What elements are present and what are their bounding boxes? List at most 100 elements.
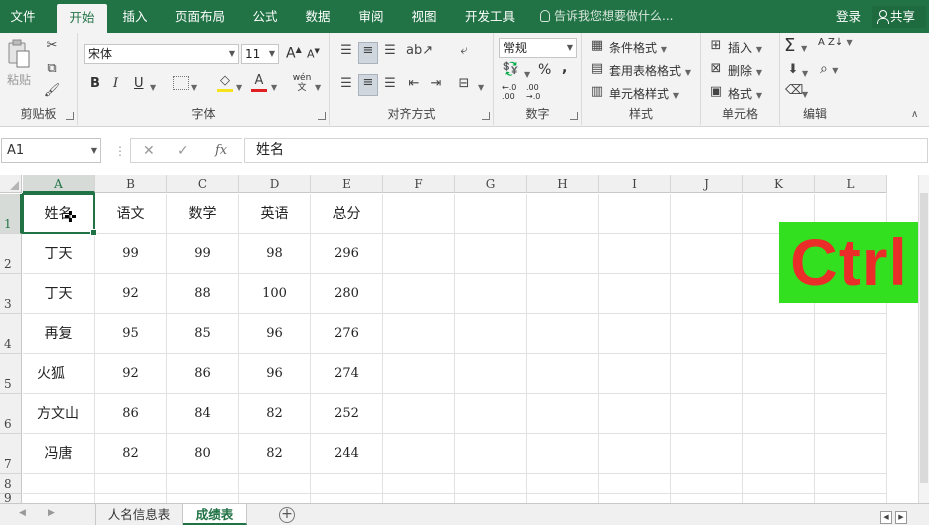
cell-h6[interactable]: [527, 394, 599, 434]
borders-dropdown[interactable]: ▼: [191, 79, 197, 93]
cell-e7[interactable]: 244: [311, 434, 383, 474]
cell-h9[interactable]: [527, 494, 599, 503]
enter-icon[interactable]: ✓: [177, 143, 189, 159]
currency-dropdown[interactable]: ▼: [524, 66, 530, 80]
cell-g3[interactable]: [455, 274, 527, 314]
select-all-button[interactable]: [0, 175, 22, 193]
comma-button[interactable]: ,: [562, 60, 567, 76]
cell-g8[interactable]: [455, 474, 527, 494]
cell-j7[interactable]: [671, 434, 743, 474]
grow-font-button[interactable]: A▲: [286, 45, 302, 62]
cell-d2[interactable]: 98: [239, 234, 311, 274]
cell-l8[interactable]: [815, 474, 887, 494]
cell-a9[interactable]: [23, 494, 95, 503]
cell-i5[interactable]: [599, 354, 671, 394]
cell-d3[interactable]: 100: [239, 274, 311, 314]
increase-decimal-button[interactable]: ←.0 .00: [502, 83, 520, 101]
cell-g9[interactable]: [455, 494, 527, 503]
font-launcher-icon[interactable]: [318, 112, 326, 120]
cell-e4[interactable]: 276: [311, 314, 383, 354]
font-size-select[interactable]: 11 ▼: [241, 44, 279, 64]
column-header-a[interactable]: A: [23, 175, 95, 193]
cell-a8[interactable]: [23, 474, 95, 494]
clear-icon[interactable]: ⌫: [785, 83, 803, 99]
cell-b7[interactable]: 82: [95, 434, 167, 474]
sheet-tab-scores[interactable]: 成绩表: [183, 504, 247, 525]
row-header-1[interactable]: 1: [0, 194, 22, 234]
align-middle-icon[interactable]: ≡: [358, 42, 378, 64]
merge-center-icon[interactable]: ⊟: [454, 76, 474, 92]
sheet-tab-people[interactable]: 人名信息表: [95, 504, 183, 525]
cell-c5[interactable]: 86: [167, 354, 239, 394]
cell-k8[interactable]: [743, 474, 815, 494]
row-header-7[interactable]: 7: [0, 434, 22, 474]
tab-home[interactable]: 开始: [57, 4, 107, 33]
cell-b8[interactable]: [95, 474, 167, 494]
number-format-select[interactable]: 常规 ▼: [499, 38, 577, 58]
fill-color-icon[interactable]: ◇: [216, 73, 234, 92]
cell-i8[interactable]: [599, 474, 671, 494]
cell-d5[interactable]: 96: [239, 354, 311, 394]
cell-a5[interactable]: 火狐: [23, 354, 95, 394]
phonetic-dropdown[interactable]: ▼: [315, 79, 321, 93]
cell-e9[interactable]: [311, 494, 383, 503]
cell-e2[interactable]: 296: [311, 234, 383, 274]
cell-c3[interactable]: 88: [167, 274, 239, 314]
clear-dropdown[interactable]: ▼: [802, 86, 808, 100]
bold-button[interactable]: B: [90, 76, 100, 91]
font-name-select[interactable]: 宋体 ▼: [84, 44, 239, 64]
sort-filter-button[interactable]: A Z↓ ▼: [818, 37, 853, 48]
cell-d4[interactable]: 96: [239, 314, 311, 354]
cell-a3[interactable]: 丁天: [23, 274, 95, 314]
cell-j8[interactable]: [671, 474, 743, 494]
cell-c4[interactable]: 85: [167, 314, 239, 354]
find-select-button[interactable]: ⌕ ▼: [820, 61, 838, 77]
align-center-icon[interactable]: ≡: [358, 74, 378, 96]
wrap-text-icon[interactable]: ⤶: [454, 43, 474, 59]
cell-l7[interactable]: [815, 434, 887, 474]
cell-c2[interactable]: 99: [167, 234, 239, 274]
row-header-6[interactable]: 6: [0, 394, 22, 434]
cell-g1[interactable]: [455, 194, 527, 234]
cell-i2[interactable]: [599, 234, 671, 274]
font-color-icon[interactable]: A: [250, 73, 268, 92]
cut-icon[interactable]: ✂: [42, 38, 62, 54]
cell-j1[interactable]: [671, 194, 743, 234]
cell-i6[interactable]: [599, 394, 671, 434]
login-link[interactable]: 登录: [836, 0, 861, 33]
cell-c1[interactable]: 数学: [167, 194, 239, 234]
cell-h8[interactable]: [527, 474, 599, 494]
cell-h4[interactable]: [527, 314, 599, 354]
tell-me-search[interactable]: 告诉我您想要做什么...: [540, 0, 673, 33]
cell-l5[interactable]: [815, 354, 887, 394]
cell-a2[interactable]: 丁天: [23, 234, 95, 274]
share-button[interactable]: 共享: [872, 6, 926, 28]
tab-file[interactable]: 文件: [0, 0, 46, 33]
italic-button[interactable]: I: [113, 76, 118, 91]
shrink-font-button[interactable]: A▼: [307, 47, 320, 61]
formula-bar-grip-icon[interactable]: ⋮: [114, 144, 126, 158]
row-header-9[interactable]: 9: [0, 491, 22, 503]
format-cells-button[interactable]: 格式 ▼: [728, 85, 762, 102]
currency-icon[interactable]: 💱: [500, 62, 522, 78]
cell-i9[interactable]: [599, 494, 671, 503]
cell-c7[interactable]: 80: [167, 434, 239, 474]
cell-k6[interactable]: [743, 394, 815, 434]
cell-e6[interactable]: 252: [311, 394, 383, 434]
increase-indent-icon[interactable]: ⇥: [426, 76, 446, 92]
fill-dropdown[interactable]: ▼: [802, 65, 808, 79]
cell-f5[interactable]: [383, 354, 455, 394]
row-header-4[interactable]: 4: [0, 314, 22, 354]
autosum-button[interactable]: Σ ▼: [784, 35, 807, 56]
scroll-right-icon[interactable]: ▶: [895, 511, 907, 524]
cell-b9[interactable]: [95, 494, 167, 503]
cell-k4[interactable]: [743, 314, 815, 354]
cell-d1[interactable]: 英语: [239, 194, 311, 234]
cell-d6[interactable]: 82: [239, 394, 311, 434]
cell-f8[interactable]: [383, 474, 455, 494]
cell-h7[interactable]: [527, 434, 599, 474]
cell-k7[interactable]: [743, 434, 815, 474]
fill-icon[interactable]: ⬇: [785, 62, 801, 78]
column-header-k[interactable]: K: [743, 175, 815, 193]
next-sheet-icon[interactable]: ▶: [48, 508, 55, 518]
